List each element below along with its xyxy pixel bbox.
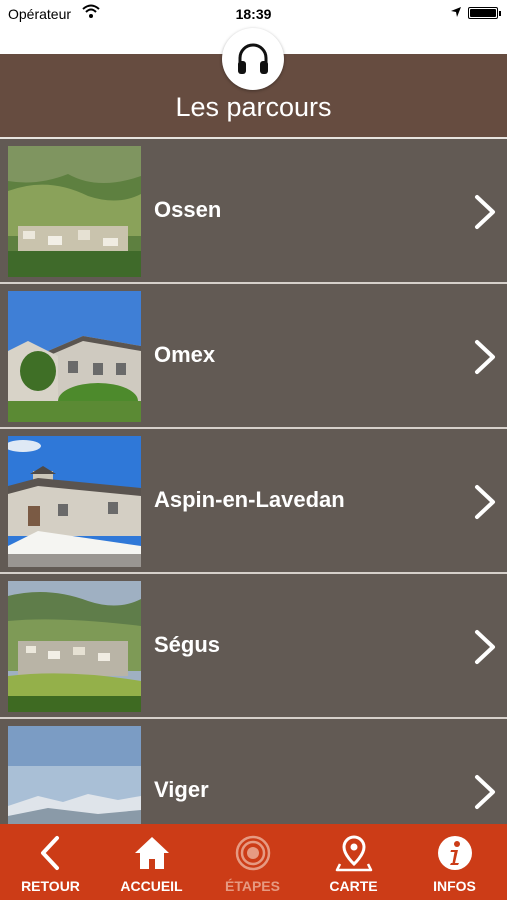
chevron-right-icon (475, 485, 495, 519)
target-icon (235, 835, 271, 871)
tab-label: ÉTAPES (225, 878, 280, 894)
route-list: Ossen Omex Aspin-en-Lavedan Ségus Viger (0, 139, 507, 824)
route-thumbnail (8, 291, 141, 422)
route-row-viger[interactable]: Viger (0, 719, 507, 824)
headphones-icon (238, 43, 268, 74)
location-arrow-icon (451, 7, 461, 17)
tab-label: ACCUEIL (120, 878, 183, 894)
route-name: Omex (154, 342, 216, 367)
route-name: Ségus (154, 632, 221, 657)
status-time: 18:39 (235, 6, 272, 22)
back-chevron-icon (41, 836, 59, 870)
tab-label: RETOUR (21, 878, 80, 894)
route-thumbnail (8, 726, 141, 824)
bottom-tab-bar: RETOUR ACCUEIL ÉTAPES CARTE INFOS (0, 824, 507, 900)
route-row-ossen[interactable]: Ossen (0, 139, 507, 284)
route-thumbnail (8, 146, 141, 277)
audio-guide-button[interactable] (222, 28, 284, 90)
tab-label: INFOS (433, 878, 476, 894)
battery-icon (468, 7, 501, 19)
route-row-aspin-en-lavedan[interactable]: Aspin-en-Lavedan (0, 429, 507, 574)
route-row-omex[interactable]: Omex (0, 284, 507, 429)
tab-etapes[interactable]: ÉTAPES (202, 824, 303, 900)
map-pin-icon (335, 835, 373, 872)
page-title: Les parcours (175, 92, 332, 122)
route-thumbnail (8, 436, 141, 567)
route-row-segus[interactable]: Ségus (0, 574, 507, 719)
tab-retour[interactable]: RETOUR (0, 824, 101, 900)
route-name: Ossen (154, 197, 222, 222)
chevron-right-icon (475, 775, 495, 809)
chevron-right-icon (475, 630, 495, 664)
info-icon (438, 836, 472, 870)
chevron-right-icon (475, 195, 495, 229)
tab-accueil[interactable]: ACCUEIL (101, 824, 202, 900)
route-name: Aspin-en-Lavedan (154, 487, 345, 512)
home-icon (135, 837, 169, 869)
route-thumbnail (8, 581, 141, 712)
tab-infos[interactable]: INFOS (404, 824, 505, 900)
route-name: Viger (154, 777, 209, 802)
tab-carte[interactable]: CARTE (303, 824, 404, 900)
chevron-right-icon (475, 340, 495, 374)
tab-label: CARTE (329, 878, 378, 894)
